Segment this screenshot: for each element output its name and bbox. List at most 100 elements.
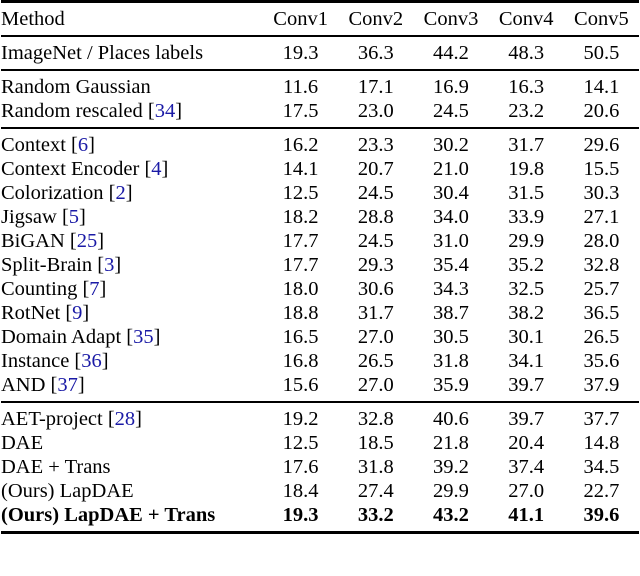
value-cell-conv3: 24.5 xyxy=(433,100,469,122)
citation-bracket-close: ] xyxy=(99,278,107,300)
citation-bracket-close: ] xyxy=(82,302,90,324)
citation-link[interactable]: 28 xyxy=(115,408,136,430)
method-label: Jigsaw xyxy=(1,206,57,228)
table-row: Random rescaled [34] 17.5 23.0 24.5 23.2 20.6 xyxy=(1,99,639,123)
citation-bracket-open: [ xyxy=(71,134,78,156)
method-name-cell: Jigsaw [5] xyxy=(1,205,263,229)
value-cell-conv2: 18.5 xyxy=(357,432,394,454)
citation-bracket-close: ] xyxy=(88,134,95,156)
table-row: DAE 12.5 18.5 21.8 20.4 14.8 xyxy=(1,431,639,455)
value-cell-conv1: 18.0 xyxy=(282,278,319,300)
table-row: AND [37] 15.6 27.0 35.9 39.7 37.9 xyxy=(1,373,639,397)
value-cell-conv3: 35.9 xyxy=(433,374,469,396)
value-cell-conv3: 30.2 xyxy=(433,134,469,156)
value-cell-conv3: 39.2 xyxy=(433,456,469,478)
table-row: ImageNet / Places labels 19.3 36.3 44.2 48.3… xyxy=(1,41,639,65)
value-cell-conv2: 24.5 xyxy=(357,182,394,204)
method-label: Context Encoder xyxy=(1,158,140,180)
value-cell-conv5: 28.0 xyxy=(583,230,620,252)
table-row: Random Gaussian 11.6 17.1 16.9 16.3 14.1 xyxy=(1,75,639,99)
citation-link[interactable]: 3 xyxy=(104,254,114,276)
method-name-cell: DAE xyxy=(1,431,263,455)
method-label: AND xyxy=(1,374,46,396)
value-cell-conv4: 34.1 xyxy=(508,350,545,372)
column-header-conv2: Conv2 xyxy=(348,8,404,30)
method-label: BiGAN xyxy=(1,230,65,252)
value-cell-conv3: 30.4 xyxy=(433,182,469,204)
value-cell-conv5: 14.8 xyxy=(583,432,620,454)
value-cell-conv4: 37.4 xyxy=(508,456,545,478)
citation-bracket-close: ] xyxy=(175,100,183,122)
value-cell-conv1: 18.8 xyxy=(282,302,319,324)
table-row: Context Encoder [4] 14.1 20.7 21.0 19.8 15.5 xyxy=(1,157,639,181)
method-name-cell: RotNet [9] xyxy=(1,301,263,325)
value-cell-conv2: 24.5 xyxy=(357,230,394,252)
value-cell-conv3: 44.2 xyxy=(433,42,469,64)
value-cell-conv1: 18.2 xyxy=(282,206,319,228)
method-name-cell: Instance [36] xyxy=(1,349,263,373)
citation-link[interactable]: 4 xyxy=(151,158,161,180)
citation-link[interactable]: 2 xyxy=(115,182,125,204)
citation-link[interactable]: 9 xyxy=(72,302,82,324)
method-name-cell: DAE + Trans xyxy=(1,455,263,479)
value-cell-conv3: 34.3 xyxy=(433,278,469,300)
value-cell-conv5: 25.7 xyxy=(583,278,620,300)
value-cell-conv5: 34.5 xyxy=(583,456,620,478)
value-cell-conv4: 19.8 xyxy=(508,158,545,180)
value-cell-conv3: 21.8 xyxy=(433,432,469,454)
table-row: Counting [7] 18.0 30.6 34.3 32.5 25.7 xyxy=(1,277,639,301)
method-name-cell: Random rescaled [34] xyxy=(1,99,263,123)
citation-link[interactable]: 34 xyxy=(155,100,176,122)
value-cell-conv5: 37.9 xyxy=(583,374,620,396)
method-label: Random Gaussian xyxy=(1,76,151,98)
value-cell-conv3: 40.6 xyxy=(433,408,469,430)
column-header-conv5: Conv5 xyxy=(574,8,629,30)
method-name-cell: Context [6] xyxy=(1,133,263,157)
value-cell-conv2: 23.3 xyxy=(357,134,394,156)
value-cell-conv4: 29.9 xyxy=(508,230,545,252)
value-cell-conv4: 20.4 xyxy=(508,432,545,454)
value-cell-conv4: 16.3 xyxy=(508,76,545,98)
value-cell-conv1: 17.6 xyxy=(282,456,319,478)
value-cell-conv3: 21.0 xyxy=(433,158,469,180)
method-name-cell: Random Gaussian xyxy=(1,75,263,99)
method-name-cell: Split-Brain [3] xyxy=(1,253,263,277)
value-cell-conv3: 29.9 xyxy=(433,480,469,502)
citation-link[interactable]: 37 xyxy=(57,374,78,396)
value-cell-conv5: 20.6 xyxy=(583,100,620,122)
method-name-cell: AET-project [28] xyxy=(1,407,263,431)
value-cell-conv4: 27.0 xyxy=(508,480,545,502)
value-cell-conv2: 17.1 xyxy=(357,76,394,98)
value-cell-conv1: 19.3 xyxy=(282,42,319,64)
value-cell-conv4: 35.2 xyxy=(508,254,545,276)
value-cell-conv4: 39.7 xyxy=(508,374,545,396)
table-row: BiGAN [25] 17.7 24.5 31.0 29.9 28.0 xyxy=(1,229,639,253)
value-cell-conv4: 31.7 xyxy=(508,134,545,156)
value-cell-conv2: 20.7 xyxy=(357,158,394,180)
citation-link[interactable]: 25 xyxy=(77,230,98,252)
citation-bracket-close: ] xyxy=(153,326,161,348)
column-header-conv1: Conv1 xyxy=(273,8,328,30)
value-cell-conv2: 28.8 xyxy=(357,206,394,228)
value-cell-conv1: 18.4 xyxy=(282,480,319,502)
citation-link[interactable]: 6 xyxy=(78,134,88,156)
value-cell-conv5: 27.1 xyxy=(583,206,620,228)
method-name-cell: AND [37] xyxy=(1,373,263,397)
table-row: (Ours) LapDAE 18.4 27.4 29.9 27.0 22.7 xyxy=(1,479,639,503)
citation-link[interactable]: 35 xyxy=(133,326,154,348)
value-cell-conv4: 33.9 xyxy=(508,206,545,228)
value-cell-conv2: 27.0 xyxy=(357,374,394,396)
citation-link[interactable]: 7 xyxy=(89,278,99,300)
column-header-conv3: Conv3 xyxy=(423,8,479,30)
method-name-cell: Colorization [2] xyxy=(1,181,263,205)
value-cell-conv2: 26.5 xyxy=(357,350,394,372)
citation-bracket-close: ] xyxy=(114,254,122,276)
method-label: Random rescaled xyxy=(1,100,143,122)
method-name-cell: (Ours) LapDAE xyxy=(1,479,263,503)
citation-link[interactable]: 36 xyxy=(81,350,102,372)
value-cell-conv1: 17.7 xyxy=(282,254,319,276)
method-label: Domain Adapt xyxy=(1,326,122,348)
citation-link[interactable]: 5 xyxy=(69,206,79,228)
table-row: AET-project [28] 19.2 32.8 40.6 39.7 37.7 xyxy=(1,407,639,431)
value-cell-conv3: 34.0 xyxy=(433,206,469,228)
